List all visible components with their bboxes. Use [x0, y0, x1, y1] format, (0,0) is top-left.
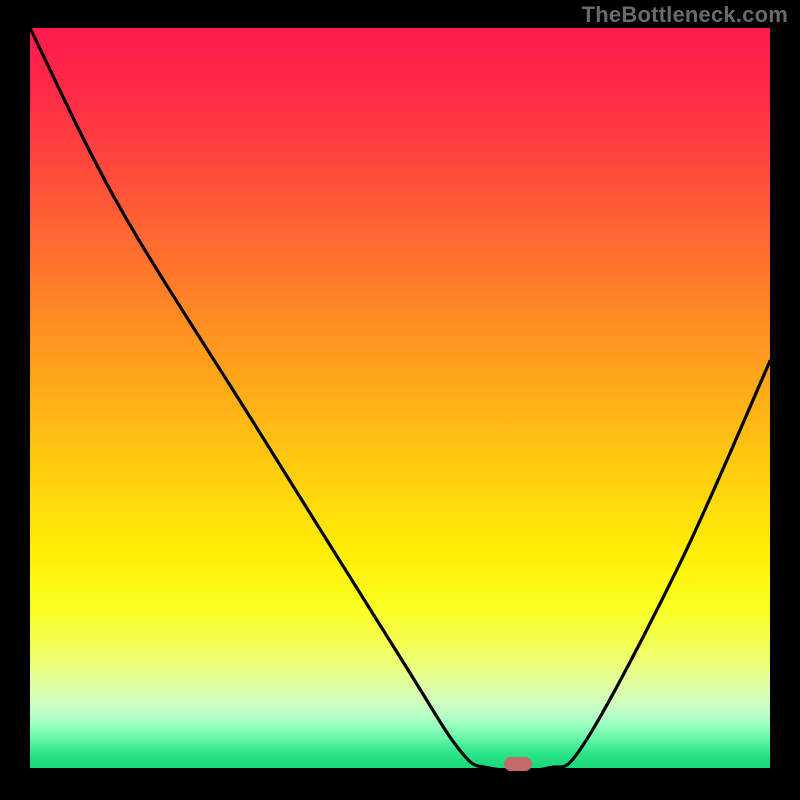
chart-container: TheBottleneck.com [0, 0, 800, 800]
plot-area [30, 28, 770, 768]
bottleneck-curve [30, 28, 770, 768]
optimal-marker [504, 757, 532, 771]
watermark-text: TheBottleneck.com [582, 2, 788, 28]
